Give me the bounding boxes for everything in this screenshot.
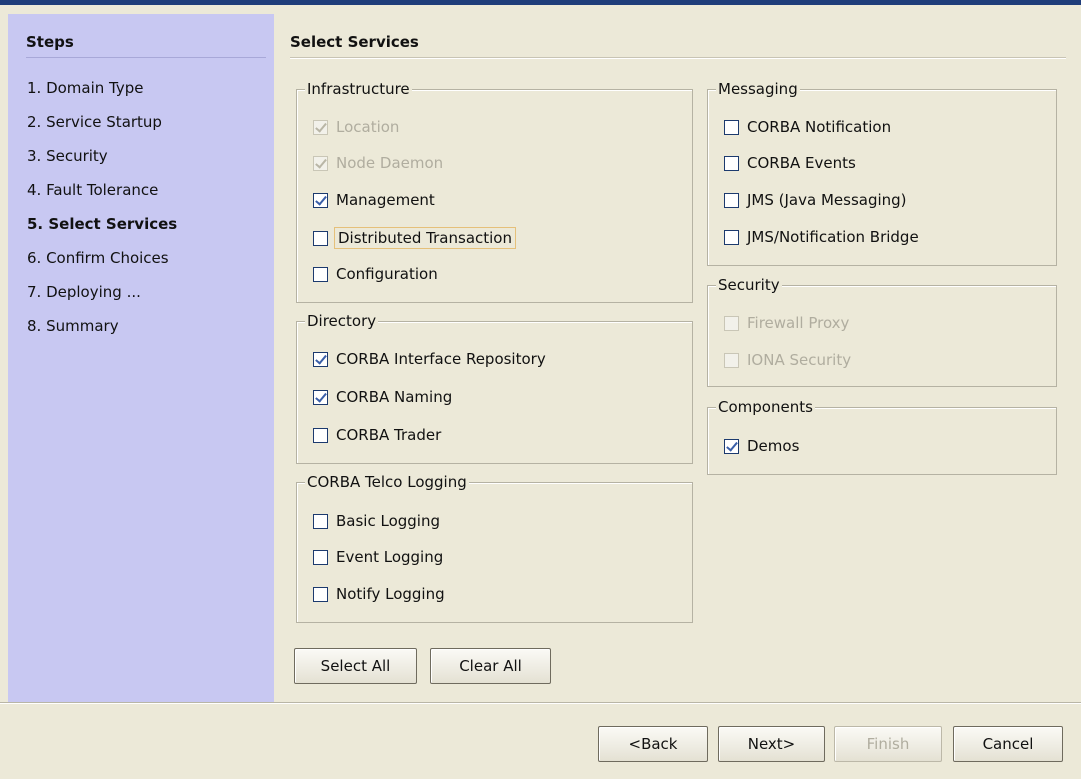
sidebar-divider bbox=[26, 57, 266, 58]
group-legend: Components bbox=[716, 397, 815, 417]
checkbox-box[interactable] bbox=[724, 119, 739, 135]
checkbox-box[interactable] bbox=[313, 513, 328, 529]
corba-interface-repository-checkbox[interactable]: CORBA Interface Repository bbox=[313, 348, 546, 370]
checkbox-box[interactable] bbox=[724, 438, 739, 454]
corba-naming-checkbox[interactable]: CORBA Naming bbox=[313, 386, 452, 408]
event-logging-checkbox[interactable]: Event Logging bbox=[313, 546, 443, 568]
step-item: 2. Service Startup bbox=[27, 113, 162, 131]
checkbox-box[interactable] bbox=[313, 192, 328, 208]
checkbox-label[interactable]: Distributed Transaction bbox=[334, 227, 516, 249]
title-divider bbox=[290, 57, 1066, 59]
group-legend: CORBA Telco Logging bbox=[305, 472, 469, 492]
checkbox-label: Node Daemon bbox=[336, 154, 444, 172]
checkbox-box[interactable] bbox=[313, 549, 328, 565]
step-item: 4. Fault Tolerance bbox=[27, 181, 159, 199]
basic-logging-checkbox[interactable]: Basic Logging bbox=[313, 510, 440, 532]
security-group: Security Firewall Proxy IONA Security bbox=[707, 275, 1057, 387]
checkbox-label: Firewall Proxy bbox=[747, 314, 850, 332]
checkbox-label[interactable]: JMS/Notification Bridge bbox=[747, 228, 919, 246]
step-item: 3. Security bbox=[27, 147, 108, 165]
checkbox-box bbox=[724, 315, 739, 331]
firewall-proxy-checkbox: Firewall Proxy bbox=[724, 312, 849, 334]
page-title: Select Services bbox=[290, 33, 419, 51]
notify-logging-checkbox[interactable]: Notify Logging bbox=[313, 583, 445, 605]
step-item-current: 5. Select Services bbox=[27, 215, 178, 233]
footer-divider bbox=[0, 702, 1081, 704]
corba-events-checkbox[interactable]: CORBA Events bbox=[724, 152, 856, 174]
step-item: 7. Deploying ... bbox=[27, 283, 141, 301]
corba-trader-checkbox[interactable]: CORBA Trader bbox=[313, 424, 441, 446]
checkbox-label[interactable]: CORBA Interface Repository bbox=[336, 350, 546, 368]
components-group: Components Demos bbox=[707, 397, 1057, 475]
checkbox-box bbox=[724, 352, 739, 368]
select-all-button[interactable]: Select All bbox=[294, 648, 417, 684]
steps-sidebar: Steps 1. Domain Type 2. Service Startup … bbox=[8, 14, 274, 702]
steps-list: 1. Domain Type 2. Service Startup 3. Sec… bbox=[27, 77, 177, 349]
back-button[interactable]: <Back bbox=[598, 726, 708, 762]
checkbox-box[interactable] bbox=[313, 351, 328, 367]
finish-button: Finish bbox=[834, 726, 942, 762]
sidebar-title: Steps bbox=[26, 33, 74, 51]
window-top-border bbox=[0, 0, 1081, 5]
group-legend: Messaging bbox=[716, 79, 800, 99]
step-item: 6. Confirm Choices bbox=[27, 249, 169, 267]
corba-notification-checkbox[interactable]: CORBA Notification bbox=[724, 116, 891, 138]
checkbox-box[interactable] bbox=[724, 155, 739, 171]
checkbox-box bbox=[313, 119, 328, 135]
iona-security-checkbox: IONA Security bbox=[724, 349, 851, 371]
infrastructure-group: Infrastructure Location Node Daemon Mana… bbox=[296, 79, 693, 303]
jms-checkbox[interactable]: JMS (Java Messaging) bbox=[724, 189, 907, 211]
location-checkbox: Location bbox=[313, 116, 399, 138]
checkbox-box[interactable] bbox=[313, 389, 328, 405]
checkbox-label[interactable]: CORBA Notification bbox=[747, 118, 891, 136]
checkbox-box[interactable] bbox=[313, 230, 328, 246]
telco-logging-group: CORBA Telco Logging Basic Logging Event … bbox=[296, 472, 693, 623]
checkbox-box[interactable] bbox=[313, 427, 328, 443]
checkbox-label: Location bbox=[336, 118, 400, 136]
configuration-checkbox[interactable]: Configuration bbox=[313, 263, 438, 285]
checkbox-label[interactable]: Demos bbox=[747, 437, 799, 455]
jms-notification-bridge-checkbox[interactable]: JMS/Notification Bridge bbox=[724, 226, 919, 248]
checkbox-label: IONA Security bbox=[747, 351, 852, 369]
checkbox-label[interactable]: Management bbox=[336, 191, 435, 209]
checkbox-label[interactable]: Notify Logging bbox=[336, 585, 445, 603]
node-daemon-checkbox: Node Daemon bbox=[313, 152, 443, 174]
management-checkbox[interactable]: Management bbox=[313, 189, 435, 211]
checkbox-box[interactable] bbox=[724, 229, 739, 245]
checkbox-box bbox=[313, 155, 328, 171]
group-legend: Security bbox=[716, 275, 782, 295]
checkbox-label[interactable]: Event Logging bbox=[336, 548, 443, 566]
checkbox-label[interactable]: JMS (Java Messaging) bbox=[747, 191, 907, 209]
checkbox-label[interactable]: CORBA Events bbox=[747, 154, 856, 172]
checkbox-label[interactable]: Configuration bbox=[336, 265, 438, 283]
group-legend: Directory bbox=[305, 311, 379, 331]
step-item: 1. Domain Type bbox=[27, 79, 144, 97]
step-item: 8. Summary bbox=[27, 317, 119, 335]
checkbox-box[interactable] bbox=[724, 192, 739, 208]
cancel-button[interactable]: Cancel bbox=[953, 726, 1063, 762]
demos-checkbox[interactable]: Demos bbox=[724, 435, 799, 457]
directory-group: Directory CORBA Interface Repository COR… bbox=[296, 311, 693, 464]
group-legend: Infrastructure bbox=[305, 79, 412, 99]
checkbox-label[interactable]: CORBA Trader bbox=[336, 426, 441, 444]
checkbox-box[interactable] bbox=[313, 266, 328, 282]
next-button[interactable]: Next> bbox=[718, 726, 825, 762]
distributed-transaction-checkbox[interactable]: Distributed Transaction bbox=[313, 227, 516, 249]
checkbox-label[interactable]: CORBA Naming bbox=[336, 388, 452, 406]
checkbox-box[interactable] bbox=[313, 586, 328, 602]
clear-all-button[interactable]: Clear All bbox=[430, 648, 551, 684]
checkbox-label[interactable]: Basic Logging bbox=[336, 512, 440, 530]
messaging-group: Messaging CORBA Notification CORBA Event… bbox=[707, 79, 1057, 266]
